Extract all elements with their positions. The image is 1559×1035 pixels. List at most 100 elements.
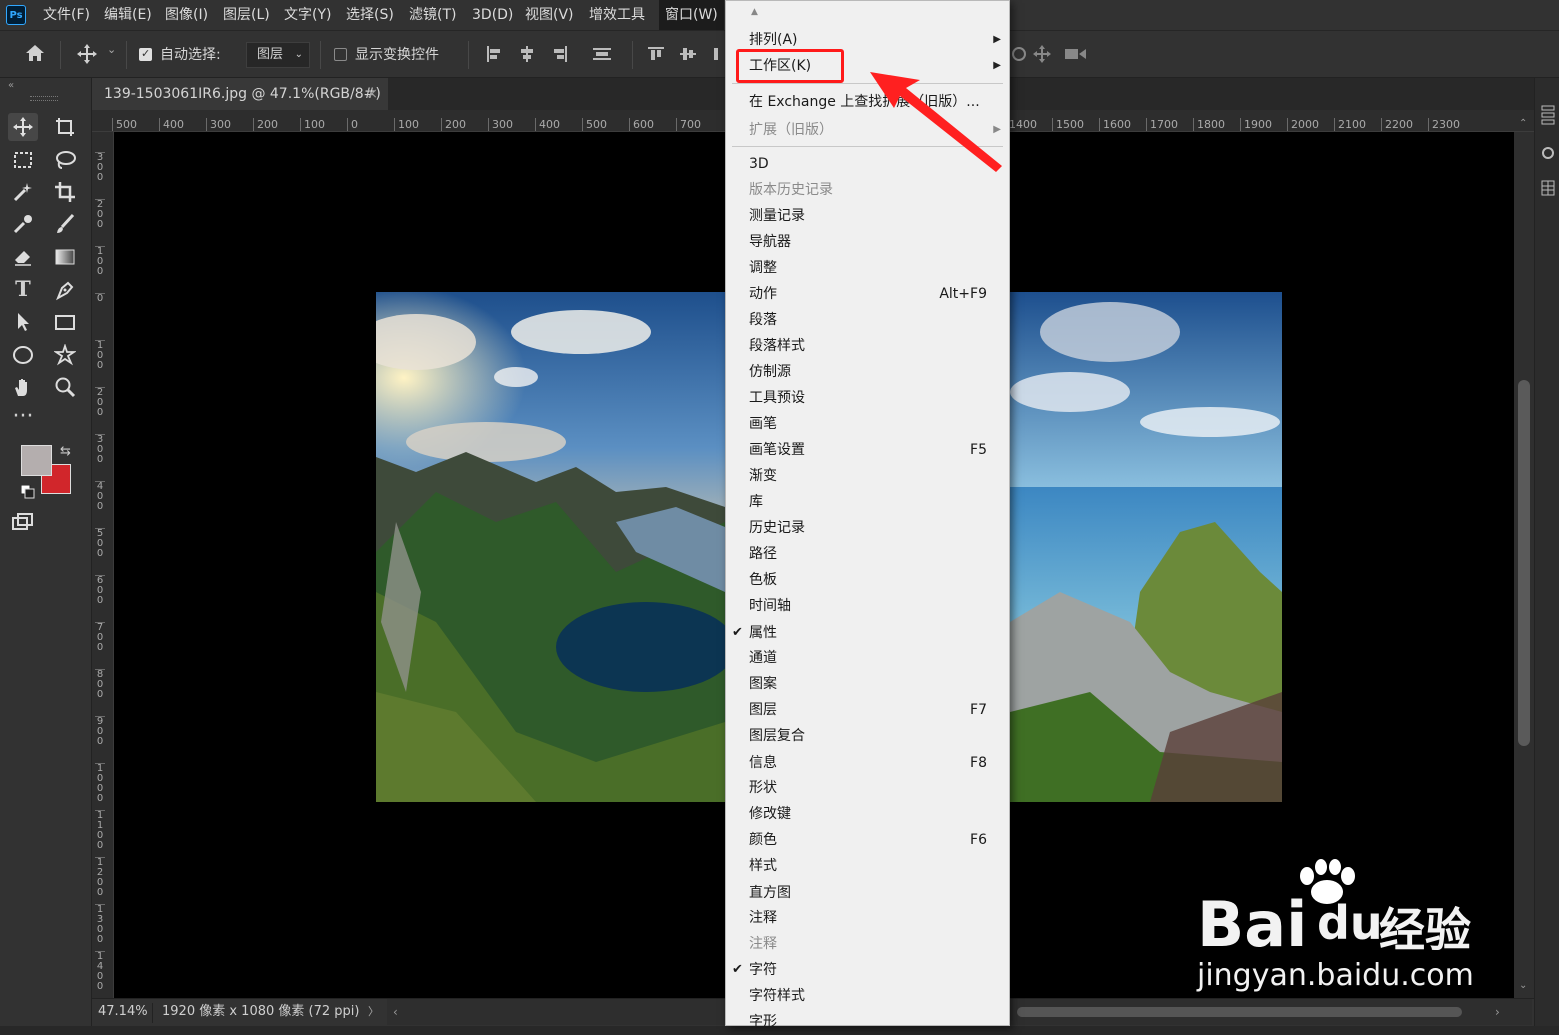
menu-item-layer-comps[interactable]: 图层复合 xyxy=(726,723,1009,749)
ellipse-tool-icon[interactable] xyxy=(8,341,38,369)
show-transform-checkbox[interactable] xyxy=(334,48,347,61)
distribute-icon[interactable] xyxy=(592,45,612,67)
menu-item-glyphs[interactable]: 字形 xyxy=(726,1009,1009,1035)
menu-item-paragraph[interactable]: 段落 xyxy=(726,307,1009,333)
path-select-tool-icon[interactable] xyxy=(8,308,38,336)
menu-item-color[interactable]: 颜色 F6 xyxy=(726,827,1009,853)
grip-icon[interactable] xyxy=(30,96,58,101)
vertical-scrollbar[interactable]: ⌃ ⌄ xyxy=(1514,118,1534,998)
3d-pan-icon[interactable] xyxy=(1032,44,1052,68)
menu-item-shapes[interactable]: 形状 xyxy=(726,775,1009,801)
menu-item-history[interactable]: 历史记录 xyxy=(726,515,1009,541)
align-top-icon[interactable] xyxy=(647,45,665,67)
align-left-icon[interactable] xyxy=(485,45,503,67)
menu-item-styles[interactable]: 样式 xyxy=(726,853,1009,879)
move-tool-icon[interactable] xyxy=(8,113,38,141)
artboard-tool-icon[interactable] xyxy=(50,113,80,141)
default-colors-icon[interactable] xyxy=(20,484,35,503)
menu-item-properties[interactable]: ✔ 属性 xyxy=(726,620,1009,646)
menu-item-navigator[interactable]: 导航器 xyxy=(726,229,1009,255)
custom-shape-tool-icon[interactable] xyxy=(50,341,80,369)
align-right-icon[interactable] xyxy=(551,45,569,67)
menu-item-paragraph-styles[interactable]: 段落样式 xyxy=(726,333,1009,359)
menu-edit[interactable]: 编辑(E) xyxy=(104,0,152,30)
auto-select-checkbox[interactable] xyxy=(139,47,152,61)
menu-item-histogram[interactable]: 直方图 xyxy=(726,880,1009,906)
scroll-up-icon[interactable]: ⌃ xyxy=(1519,118,1527,129)
magic-wand-tool-icon[interactable] xyxy=(8,178,38,206)
zoom-level[interactable]: 47.14% xyxy=(98,999,148,1025)
horizontal-scroll-thumb[interactable] xyxy=(1017,1007,1462,1017)
menu-item-libraries[interactable]: 库 xyxy=(726,489,1009,515)
menu-type[interactable]: 文字(Y) xyxy=(284,0,331,30)
menu-item-adjustments[interactable]: 调整 xyxy=(726,255,1009,281)
scroll-left-icon[interactable]: ‹ xyxy=(393,999,398,1025)
menu-window[interactable]: 窗口(W) xyxy=(659,0,724,30)
swap-colors-icon[interactable]: ⇆ xyxy=(60,444,71,459)
gradient-tool-icon[interactable] xyxy=(50,243,80,271)
menu-item-actions[interactable]: 动作 Alt+F9 xyxy=(726,281,1009,307)
menu-item-modifier-keys[interactable]: 修改键 xyxy=(726,801,1009,827)
screen-mode-icon[interactable] xyxy=(8,508,38,536)
menu-plugins[interactable]: 增效工具 xyxy=(589,0,645,30)
align-bottom-icon[interactable] xyxy=(710,45,724,67)
type-tool-icon[interactable]: T xyxy=(8,276,38,304)
collapse-panel-icon[interactable]: « xyxy=(8,80,14,91)
align-middle-icon[interactable] xyxy=(679,45,697,67)
menu-filter[interactable]: 滤镜(T) xyxy=(409,0,456,30)
menu-item-notes[interactable]: 注释 xyxy=(726,905,1009,931)
auto-select-target-dropdown[interactable]: 图层 ⌄ xyxy=(246,42,310,68)
chevron-down-icon[interactable]: ⌄ xyxy=(107,43,116,56)
menu-item-swatches[interactable]: 色板 xyxy=(726,567,1009,593)
menu-layer[interactable]: 图层(L) xyxy=(223,0,270,30)
close-tab-icon[interactable]: × xyxy=(366,78,378,110)
menu-item-gradients[interactable]: 渐变 xyxy=(726,463,1009,489)
lasso-tool-icon[interactable] xyxy=(50,146,80,174)
properties-panel-icon[interactable] xyxy=(1541,104,1555,132)
pen-tool-icon[interactable] xyxy=(50,276,80,304)
menu-item-timeline[interactable]: 时间轴 xyxy=(726,593,1009,619)
menu-item-patterns[interactable]: 图案 xyxy=(726,671,1009,697)
status-expand-icon[interactable]: 〉 xyxy=(368,999,379,1025)
menu-3d[interactable]: 3D(D) xyxy=(472,0,513,30)
menu-item-character-styles[interactable]: 字符样式 xyxy=(726,983,1009,1009)
eraser-tool-icon[interactable] xyxy=(8,243,38,271)
zoom-tool-icon[interactable] xyxy=(50,373,80,401)
menu-item-character[interactable]: ✔ 字符 xyxy=(726,957,1009,983)
foreground-color-swatch[interactable] xyxy=(21,445,52,476)
menu-item-paths[interactable]: 路径 xyxy=(726,541,1009,567)
scroll-thumb[interactable] xyxy=(1518,380,1530,746)
brush-tool-icon[interactable] xyxy=(50,210,80,238)
menu-item-layers[interactable]: 图层 F7 xyxy=(726,697,1009,723)
menu-item-clone-source[interactable]: 仿制源 xyxy=(726,359,1009,385)
chevron-down-icon: ⌄ xyxy=(294,49,303,60)
move-tool-icon[interactable] xyxy=(74,43,100,70)
crop-tool-icon[interactable] xyxy=(50,178,80,206)
brush-panel-icon[interactable] xyxy=(1541,146,1555,164)
menu-view[interactable]: 视图(V) xyxy=(525,0,574,30)
home-icon[interactable] xyxy=(22,43,48,68)
menu-item-brush-settings[interactable]: 画笔设置 F5 xyxy=(726,437,1009,463)
marquee-tool-icon[interactable] xyxy=(8,146,38,174)
menu-item-tool-presets[interactable]: 工具预设 xyxy=(726,385,1009,411)
menu-scroll-up-icon[interactable]: ▲ xyxy=(751,7,758,17)
eyedropper-tool-icon[interactable] xyxy=(8,210,38,238)
document-tab[interactable]: 139-1503061IR6.jpg @ 47.1%(RGB/8#) × xyxy=(92,78,388,110)
scroll-right-icon[interactable]: › xyxy=(1495,999,1500,1025)
3d-rotate-icon[interactable] xyxy=(1010,45,1028,67)
rectangle-tool-icon[interactable] xyxy=(50,308,80,336)
menu-item-brushes[interactable]: 画笔 xyxy=(726,411,1009,437)
scroll-down-icon[interactable]: ⌄ xyxy=(1519,980,1527,991)
menu-select[interactable]: 选择(S) xyxy=(346,0,394,30)
hand-tool-icon[interactable] xyxy=(8,373,38,401)
menu-item-channels[interactable]: 通道 xyxy=(726,645,1009,671)
grid-panel-icon[interactable] xyxy=(1541,180,1555,200)
align-center-icon[interactable] xyxy=(518,45,536,67)
menu-file[interactable]: 文件(F) xyxy=(43,0,90,30)
3d-video-icon[interactable] xyxy=(1064,46,1088,66)
menu-item-measurement-log[interactable]: 测量记录 xyxy=(726,203,1009,229)
menu-image[interactable]: 图像(I) xyxy=(165,0,208,30)
menu-item-info[interactable]: 信息 F8 xyxy=(726,750,1009,776)
more-tools-icon[interactable]: ··· xyxy=(8,406,38,436)
document-info[interactable]: 1920 像素 x 1080 像素 (72 ppi) xyxy=(162,999,359,1025)
